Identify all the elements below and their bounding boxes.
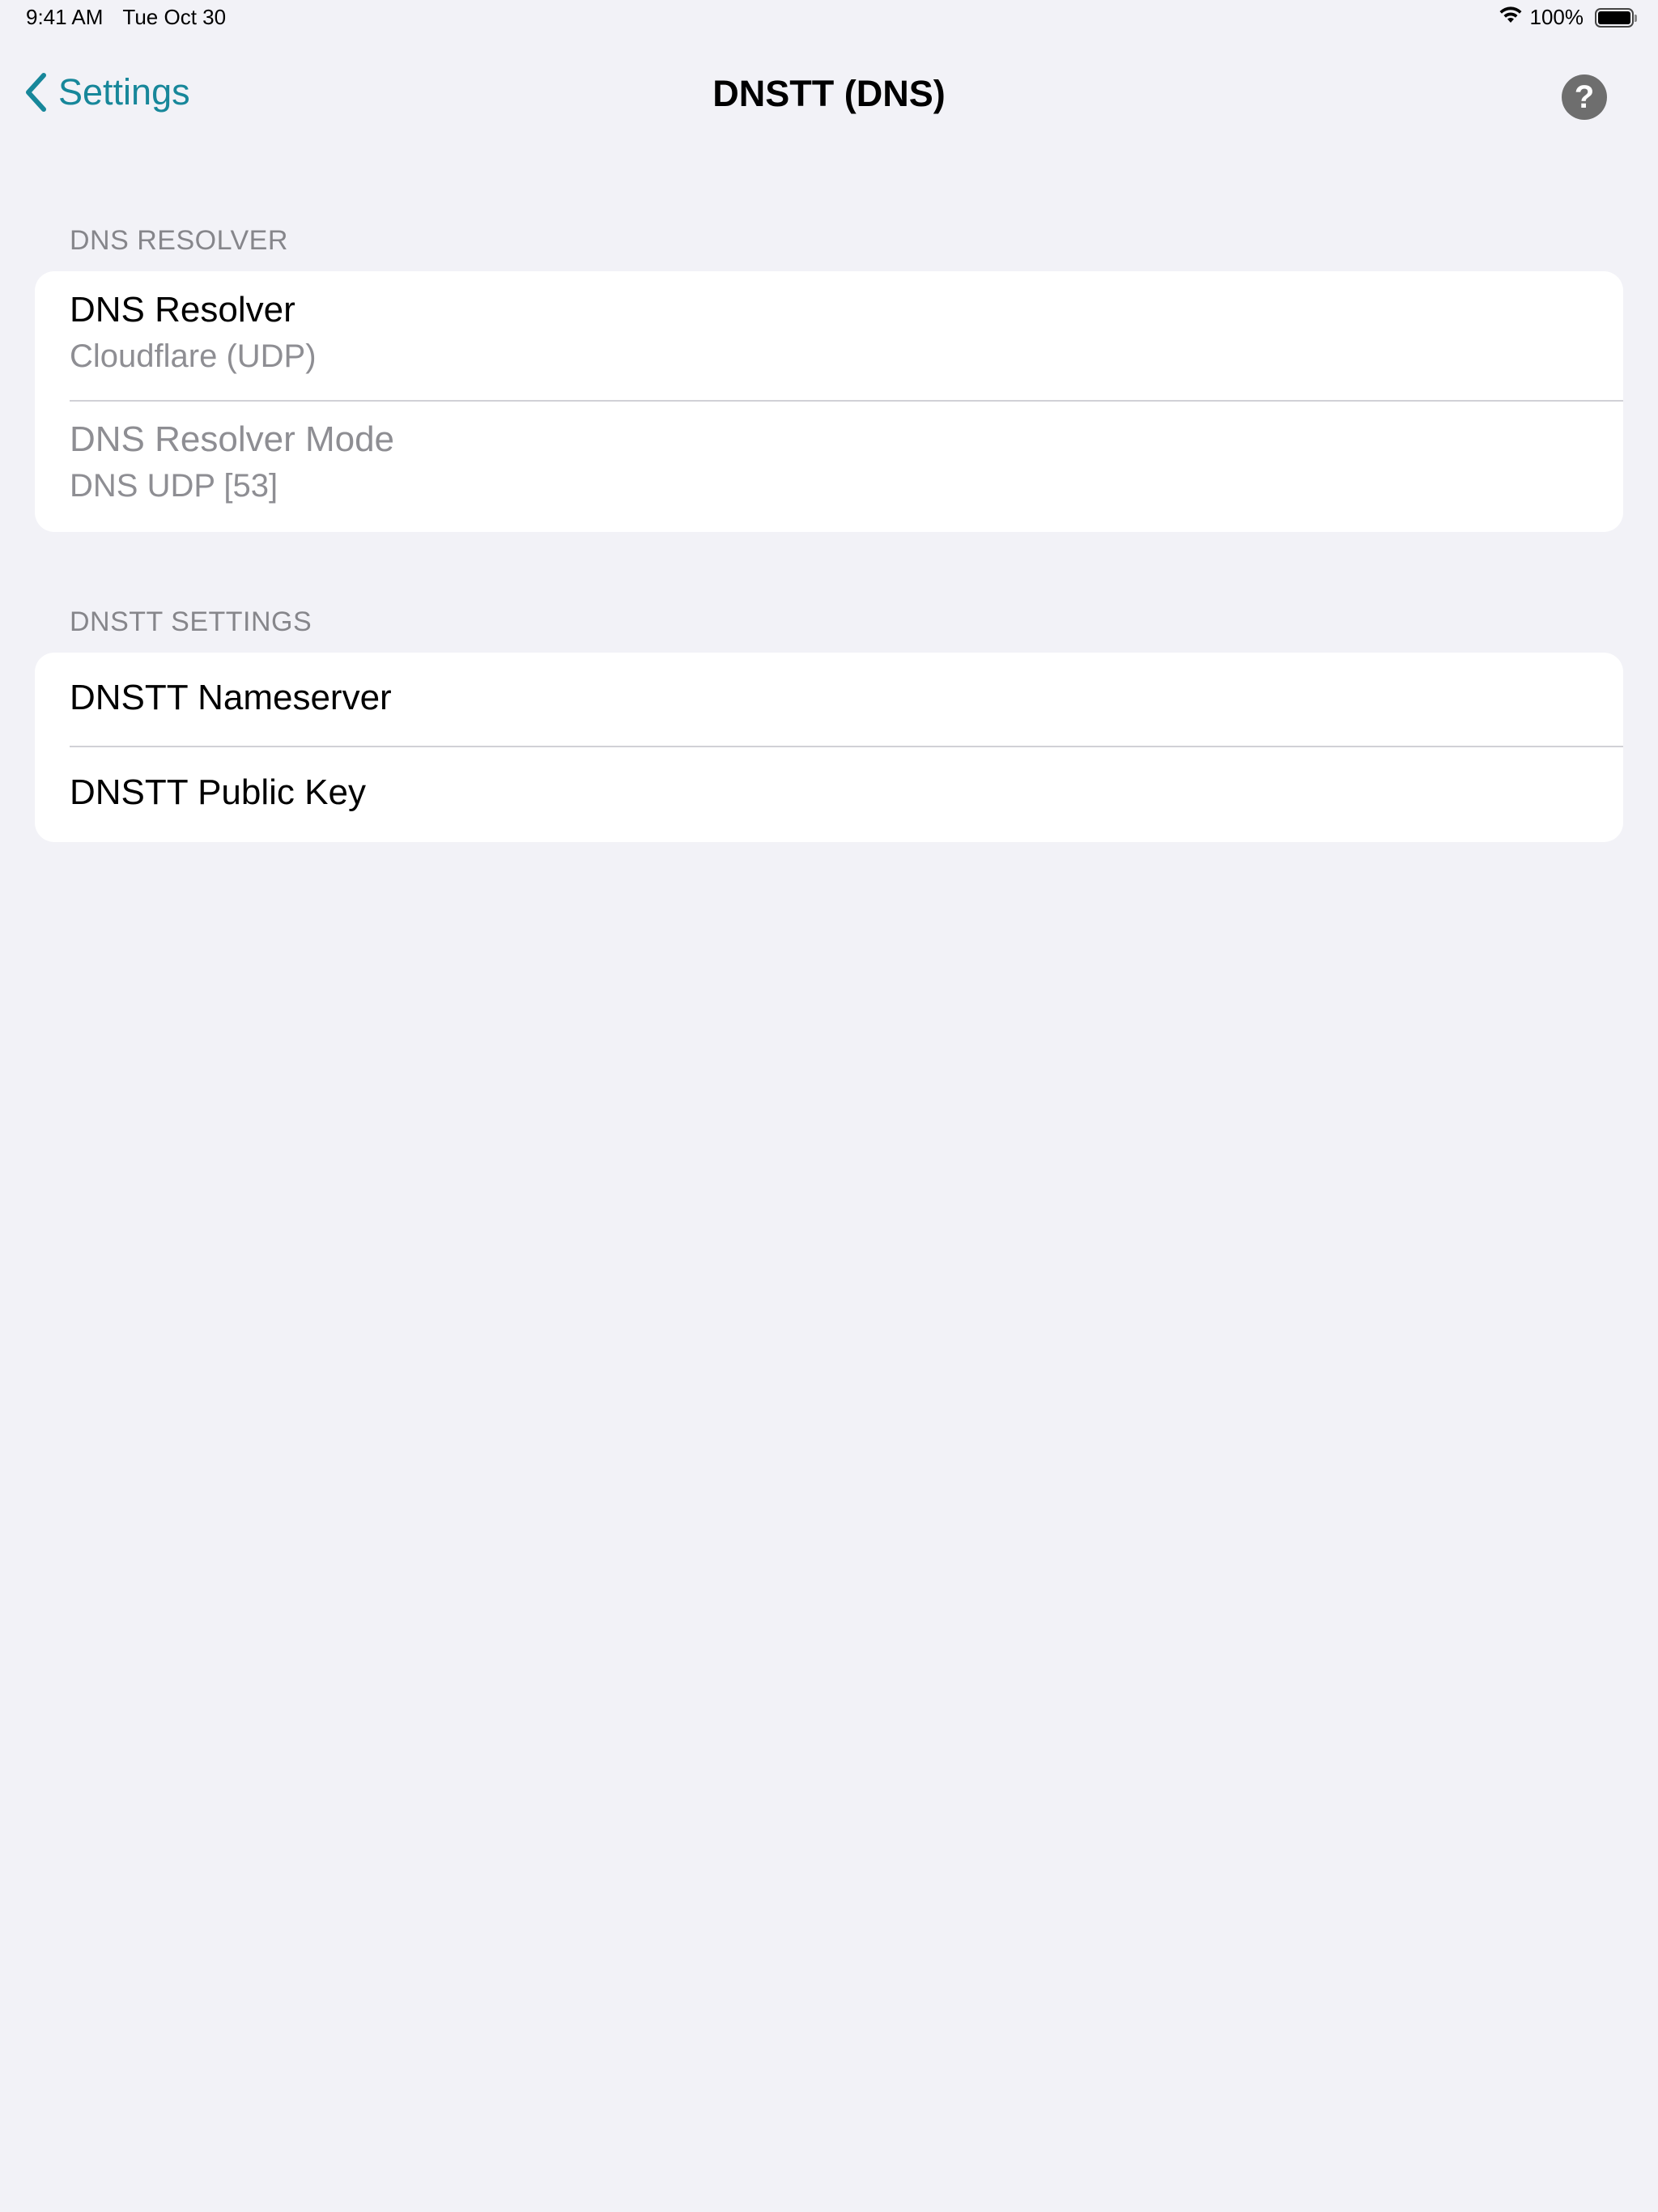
status-date: Tue Oct 30: [122, 5, 227, 29]
row-title: DNSTT Nameserver: [70, 678, 392, 717]
status-time: 9:41 AM: [26, 5, 104, 29]
page-title: DNSTT (DNS): [712, 73, 946, 114]
dnstt-public-key-row[interactable]: DNSTT Public Key: [35, 747, 1623, 842]
help-symbol: ?: [1574, 79, 1595, 115]
row-title: DNS Resolver Mode: [70, 419, 395, 459]
battery-icon: [1595, 7, 1637, 28]
dnstt-nameserver-row[interactable]: DNSTT Nameserver: [35, 653, 1623, 747]
wifi-icon: [1498, 5, 1524, 30]
section-header-dns-resolver: DNS RESOLVER: [70, 225, 288, 256]
battery-percent: 100%: [1529, 5, 1584, 29]
section-header-dnstt-settings: DNSTT SETTINGS: [70, 606, 312, 637]
dns-resolver-row[interactable]: DNS Resolver Cloudflare (UDP): [35, 271, 1623, 402]
dnstt-settings-card: DNSTT Nameserver DNSTT Public Key: [35, 653, 1623, 842]
status-left: 9:41 AM Tue Oct 30: [26, 5, 226, 30]
dns-resolver-card: DNS Resolver Cloudflare (UDP) DNS Resolv…: [35, 271, 1623, 532]
row-title: DNSTT Public Key: [70, 772, 366, 812]
navigation-bar: Settings DNSTT (DNS) ?: [0, 49, 1658, 146]
row-subtitle: DNS UDP [53]: [70, 468, 278, 504]
status-bar: 9:41 AM Tue Oct 30 100%: [0, 0, 1658, 39]
status-right: 100%: [1498, 5, 1637, 30]
question-circle-icon[interactable]: ?: [1562, 74, 1607, 120]
row-title: DNS Resolver: [70, 290, 295, 330]
dns-resolver-mode-row: DNS Resolver Mode DNS UDP [53]: [35, 402, 1623, 532]
row-subtitle: Cloudflare (UDP): [70, 338, 317, 374]
battery-level: [1598, 11, 1630, 24]
